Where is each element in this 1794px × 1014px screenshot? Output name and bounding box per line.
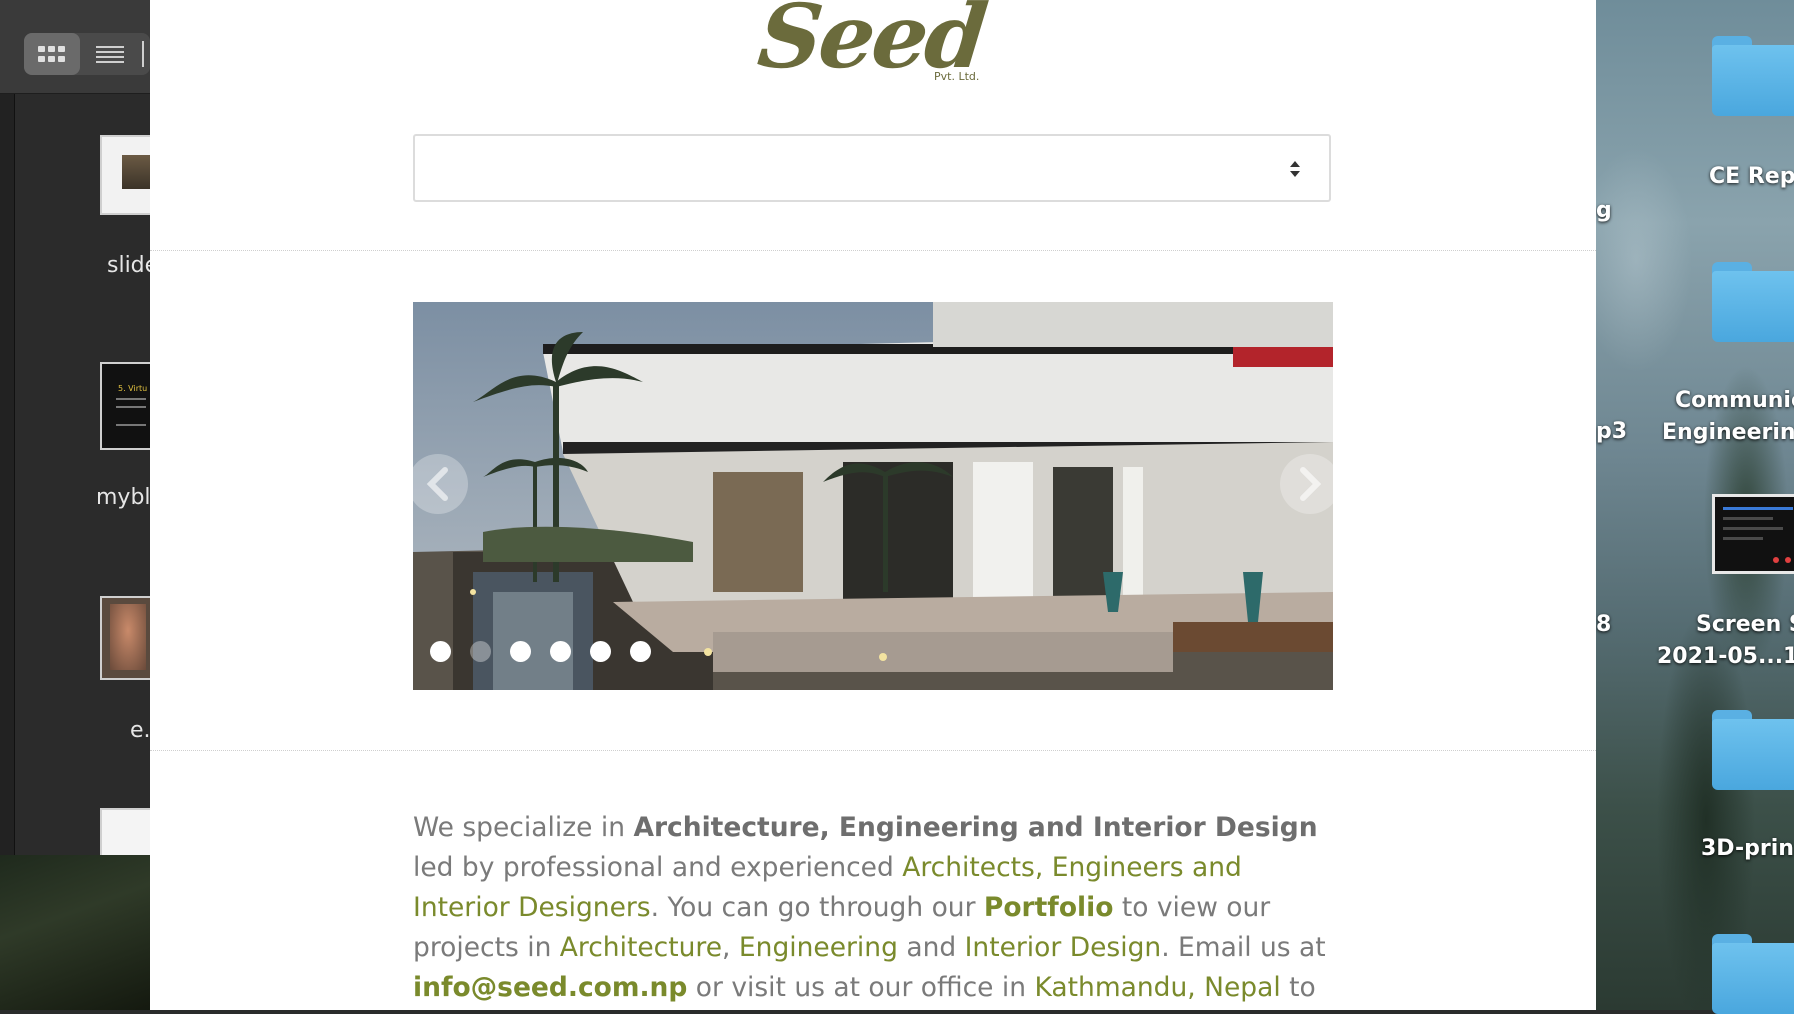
file-label[interactable]: mybl [96,485,151,510]
logo-subtitle: Pvt. Ltd. [934,70,980,83]
intro-text: We specialize in [413,812,634,843]
intro-text: . You can go through our [650,892,984,923]
desktop-item-label[interactable]: 3D-prin [1701,836,1794,861]
thumbnail-heading: 5. Virtu [118,384,148,393]
link-email[interactable]: info@seed.com.np [413,972,687,1003]
file-thumbnail[interactable]: 5. Virtu [100,362,154,450]
intro-text: and [897,932,965,963]
desktop-item-label[interactable]: Screen S [1696,612,1794,637]
intro-text: . Email us at [1161,932,1326,963]
link-portfolio[interactable]: Portfolio [984,892,1113,923]
finder-sidebar [0,94,15,855]
desktop-label-fragment: 8 [1596,612,1612,637]
slider-dot[interactable] [590,641,611,662]
image-slider[interactable] [413,302,1333,690]
slider-dot[interactable] [510,641,531,662]
seed-logo[interactable]: Seed Pvt. Ltd. [754,0,990,92]
intro-text: led by professional and experienced [413,852,903,883]
link-kathmandu-nepal[interactable]: Kathmandu, Nepal [1034,972,1280,1003]
intro-emphasis: Architecture, Engineering and Interior D… [633,812,1318,843]
intro-paragraph: We specialize in Architecture, Engineeri… [413,808,1343,1010]
link-interior-design[interactable]: Interior Design [965,932,1162,963]
slider-dot[interactable] [630,641,651,662]
folder-icon [1712,262,1794,342]
icon-view-button[interactable] [24,33,80,75]
website-page: Seed Pvt. Ltd. We specialize in Architec… [150,0,1596,1010]
view-mode-segmented-control [24,33,150,75]
desktop-folder-ce-rep[interactable] [1712,36,1794,130]
navigation-select[interactable] [413,134,1331,202]
file-thumbnail[interactable] [100,808,154,859]
desktop-label-fragment: g [1596,198,1612,223]
select-arrows-icon [1290,161,1300,177]
link-architecture[interactable]: Architecture [560,932,722,963]
slide-image-house-render [413,302,1333,690]
section-divider [150,250,1596,251]
slider-dot[interactable] [550,641,571,662]
desktop-folder-communication-engineering[interactable] [1712,262,1794,356]
slider-dot-active[interactable] [470,641,491,662]
desktop-folder-3d-print[interactable] [1712,710,1794,804]
slider-dot[interactable] [430,641,451,662]
desktop-item-label[interactable]: Communic [1675,388,1794,413]
desktop-folder[interactable] [1712,934,1794,1014]
section-divider [150,750,1596,751]
chevron-left-icon [426,467,448,501]
desktop-item-label[interactable]: CE Rep [1709,164,1794,189]
desktop-item-label[interactable]: Engineerin [1662,420,1794,445]
slider-next-button[interactable] [1280,454,1333,514]
desktop-label-fragment: p3 [1596,419,1628,444]
list-icon [96,46,124,63]
chevron-right-icon [1300,467,1322,501]
file-thumbnail[interactable] [100,596,154,680]
grid-icon [38,46,65,62]
desktop-item-label[interactable]: 2021-05...1 [1657,644,1794,669]
intro-text: or visit us at our office in [687,972,1035,1003]
folder-icon [1712,36,1794,116]
desktop-wallpaper-left [0,855,150,1010]
finder-toolbar [0,0,150,94]
finder-window: slide 5. Virtu mybl e. [0,0,158,859]
folder-icon [1712,710,1794,790]
file-thumbnail[interactable] [100,135,154,215]
link-engineering[interactable]: Engineering [739,932,898,963]
folder-icon [1712,934,1794,1014]
list-view-button[interactable] [82,33,138,75]
file-label[interactable]: e. [130,718,151,743]
intro-text: , [722,932,739,963]
desktop-screenshot-thumbnail[interactable] [1712,494,1794,574]
